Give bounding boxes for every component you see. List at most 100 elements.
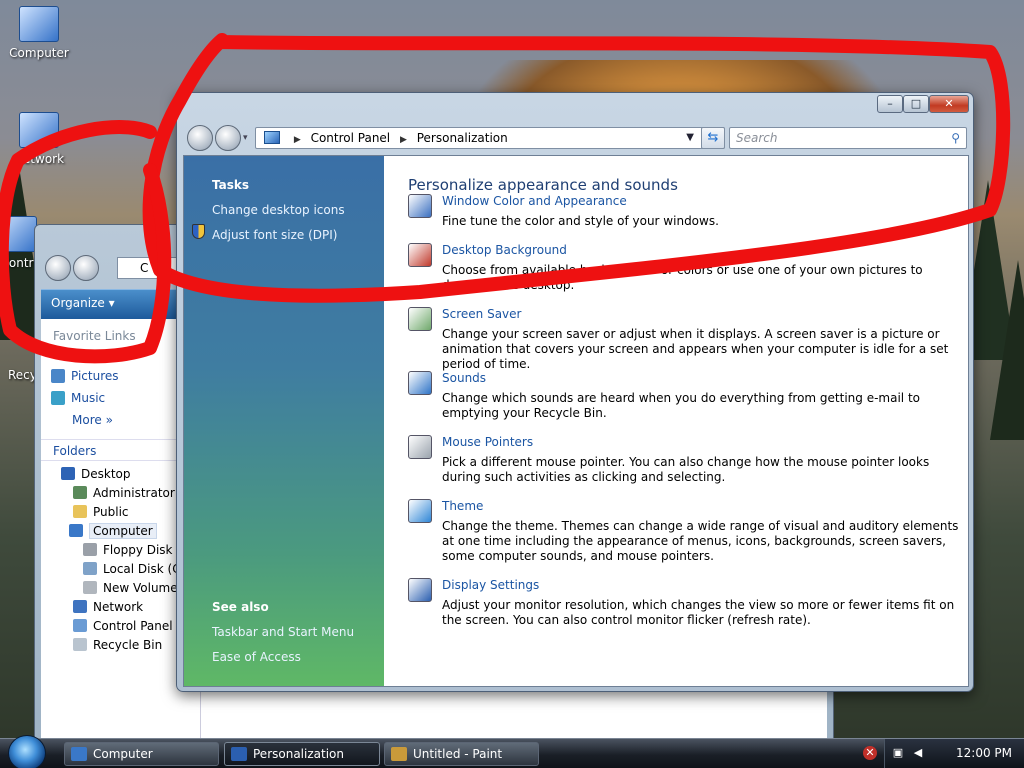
computer-icon: [71, 747, 87, 761]
item-title-link[interactable]: Desktop Background: [442, 243, 567, 257]
mouse-pointer-icon[interactable]: [408, 435, 432, 459]
item-description: Change the theme. Themes can change a wi…: [442, 519, 959, 563]
tree-label: Computer: [89, 523, 157, 539]
minimize-icon: –: [887, 97, 893, 110]
search-placeholder: Search: [736, 131, 778, 145]
uac-shield-icon: [192, 224, 205, 239]
double-chevron-icon: »: [105, 413, 113, 427]
tree-label: Network: [93, 600, 144, 614]
address-dropdown-icon[interactable]: ▼: [686, 128, 694, 148]
task-adjust-font-size[interactable]: Adjust font size (DPI): [212, 228, 337, 242]
search-icon[interactable]: ⚲: [951, 128, 960, 148]
breadcrumb-chevron-icon: ▶: [399, 135, 407, 145]
back-button[interactable]: [187, 125, 213, 151]
close-icon: ✕: [944, 97, 954, 110]
tree-label: Recycle Bin: [93, 638, 163, 652]
favorite-link-more[interactable]: More »: [72, 413, 113, 427]
screen-saver-icon[interactable]: [408, 307, 432, 331]
wallpaper-tree: [990, 260, 1024, 440]
taskbar-button-computer[interactable]: Computer: [64, 742, 219, 766]
item-title-link[interactable]: Screen Saver: [442, 307, 521, 321]
favorite-link-music[interactable]: Music: [51, 391, 105, 405]
maximize-button[interactable]: □: [903, 95, 929, 113]
item-description: Change your screen saver or adjust when …: [442, 327, 949, 371]
address-bar[interactable]: ▶ Control Panel ▶ Personalization ▼: [255, 127, 725, 149]
network-tray-icon[interactable]: ▣: [891, 746, 905, 760]
desktop-background-icon[interactable]: [408, 243, 432, 267]
tree-label: New Volume (: [103, 581, 187, 595]
see-also-heading: See also: [212, 600, 269, 614]
organize-label: Organize: [51, 296, 105, 310]
user-folder-icon: [73, 486, 87, 499]
breadcrumb-control-panel[interactable]: Control Panel: [311, 131, 391, 145]
favorite-links-heading: Favorite Links: [53, 329, 136, 343]
tree-item-recycle-bin[interactable]: Recycle Bin: [73, 638, 162, 652]
item-title-link[interactable]: Window Color and Appearance: [442, 194, 627, 208]
maximize-icon: □: [910, 97, 922, 110]
drive-icon: [83, 581, 97, 594]
tree-item-control-panel[interactable]: Control Panel: [73, 619, 173, 633]
explorer-address-bar[interactable]: C: [117, 257, 177, 279]
taskbar-button-paint[interactable]: Untitled - Paint: [384, 742, 539, 766]
item-description: Pick a different mouse pointer. You can …: [442, 455, 930, 484]
item-title-link[interactable]: Theme: [442, 499, 483, 513]
forward-button[interactable]: [215, 125, 241, 151]
window-color-icon[interactable]: [408, 194, 432, 218]
tree-item-computer[interactable]: Computer: [69, 523, 157, 539]
minimize-button[interactable]: –: [877, 95, 903, 113]
tree-label: Administrator: [93, 486, 175, 500]
organize-button[interactable]: Organize ▾: [51, 296, 115, 310]
tree-label: Public: [93, 505, 129, 519]
favorite-label: Music: [71, 391, 106, 405]
network-icon: [73, 600, 87, 613]
security-alert-icon[interactable]: ✕: [863, 746, 877, 760]
tree-item-public[interactable]: Public: [73, 505, 129, 519]
taskbar-button-label: Untitled - Paint: [413, 747, 503, 761]
item-title-link[interactable]: Display Settings: [442, 578, 539, 592]
favorite-link-pictures[interactable]: Pictures: [51, 369, 119, 383]
tree-label: Desktop: [81, 467, 131, 481]
close-button[interactable]: ✕: [929, 95, 969, 113]
network-icon: [19, 112, 59, 148]
breadcrumb-chevron-icon: ▶: [293, 135, 301, 145]
see-also-ease-of-access[interactable]: Ease of Access: [212, 650, 301, 664]
taskbar-button-label: Personalization: [253, 747, 344, 761]
back-button[interactable]: [45, 255, 71, 281]
search-input[interactable]: Search ⚲: [729, 127, 967, 149]
window-body: Tasks Change desktop icons Adjust font s…: [183, 155, 969, 687]
display-settings-icon[interactable]: [408, 578, 432, 602]
tree-item-network[interactable]: Network: [73, 600, 143, 614]
task-change-desktop-icons[interactable]: Change desktop icons: [212, 203, 345, 217]
refresh-button[interactable]: ⇆: [701, 127, 725, 149]
tree-item-local-disk[interactable]: Local Disk (C:): [83, 562, 189, 576]
desktop-icon-computer[interactable]: Computer: [4, 6, 74, 60]
main-panel: Personalize appearance and sounds Window…: [384, 156, 968, 686]
tree-item-new-volume[interactable]: New Volume (: [83, 581, 186, 595]
sounds-icon[interactable]: [408, 371, 432, 395]
recent-pages-chevron-icon[interactable]: ▾: [243, 133, 248, 143]
desktop-icon-label: Network: [13, 152, 65, 166]
personalization-window[interactable]: – □ ✕ ▾ ▶ Control Panel ▶ Personalizatio…: [176, 92, 974, 692]
control-panel-icon: [73, 619, 87, 632]
start-button[interactable]: [8, 735, 46, 768]
page-title: Personalize appearance and sounds: [408, 176, 678, 194]
desktop-icon-network[interactable]: Network: [4, 112, 74, 166]
forward-button[interactable]: [73, 255, 99, 281]
personalization-icon: [231, 747, 247, 761]
item-description: Choose from available backgrounds or col…: [442, 263, 923, 292]
volume-icon[interactable]: ◀: [911, 746, 925, 760]
breadcrumb-personalization[interactable]: Personalization: [417, 131, 508, 145]
address-text: C: [140, 261, 149, 275]
clock[interactable]: 12:00 PM: [956, 746, 1012, 760]
tree-item-administrator[interactable]: Administrator: [73, 486, 175, 500]
theme-icon[interactable]: [408, 499, 432, 523]
item-title-link[interactable]: Mouse Pointers: [442, 435, 533, 449]
taskbar-button-personalization[interactable]: Personalization: [224, 742, 380, 766]
tree-item-desktop[interactable]: Desktop: [61, 467, 131, 481]
pictures-icon: [51, 369, 65, 383]
tree-item-floppy[interactable]: Floppy Disk Dr: [83, 543, 191, 557]
desktop-icon-label: Recy: [8, 368, 37, 382]
control-panel-icon: [0, 216, 37, 252]
see-also-taskbar[interactable]: Taskbar and Start Menu: [212, 625, 354, 639]
item-title-link[interactable]: Sounds: [442, 371, 486, 385]
